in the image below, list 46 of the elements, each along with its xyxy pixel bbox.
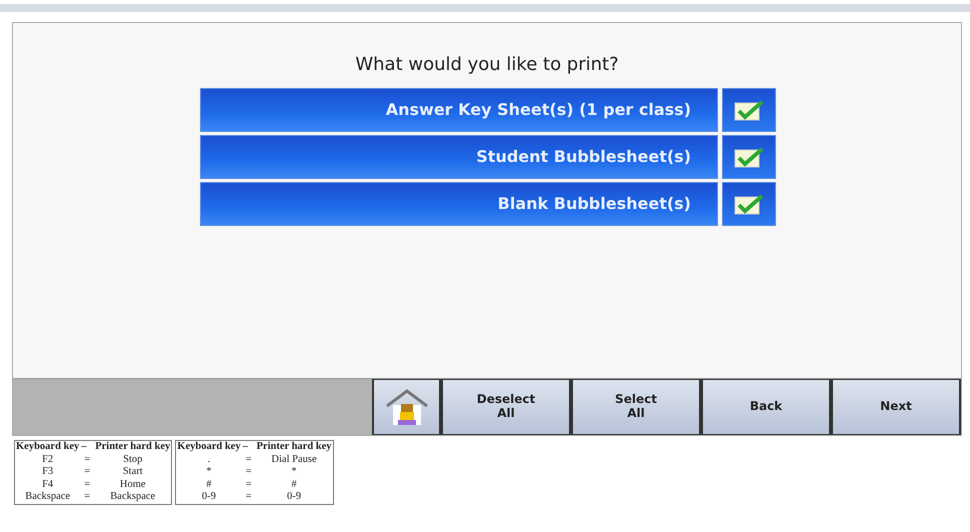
table-cell-text: = [83, 466, 92, 478]
checkbox[interactable] [722, 88, 776, 132]
toolbar-button[interactable]: Back [701, 379, 831, 435]
table-cell: Start [94, 466, 172, 478]
table-cell: 0-9 [176, 491, 242, 504]
table-cell: F2 [14, 454, 80, 466]
check-icon [734, 193, 764, 215]
table-cell: * [256, 466, 334, 478]
check-icon [734, 146, 764, 168]
check-icon [734, 99, 764, 121]
table-cell: # [256, 478, 334, 491]
home-button[interactable] [372, 379, 441, 435]
table-cell-text: = [244, 478, 252, 491]
column-header: Keyboard key [176, 440, 242, 454]
toolbar-button[interactable]: Deselect All [441, 379, 571, 435]
option-button[interactable]: Student Bubblesheet(s) [200, 135, 718, 179]
checkbox[interactable] [722, 135, 776, 179]
table-cell: Home [94, 478, 172, 491]
table-cell: 0-9 [256, 491, 334, 504]
table-cell-text: = [244, 454, 252, 466]
checkbox[interactable] [722, 182, 776, 226]
column-header: – [80, 440, 94, 454]
table-cell: * [176, 466, 242, 478]
table-cell-text: = [83, 454, 92, 466]
option-button[interactable]: Answer Key Sheet(s) (1 per class) [200, 88, 718, 132]
table-cell: # [176, 478, 242, 491]
table-cell: F3 [14, 466, 80, 478]
table-cell-text: = [83, 478, 92, 491]
column-header: Printer hard key [256, 440, 333, 454]
table-cell: Dial Pause [256, 454, 334, 466]
house-icon [384, 388, 428, 426]
prompt-heading: What would you like to print? [354, 53, 620, 77]
table-cell: Backspace [94, 491, 172, 504]
table-cell: F4 [14, 478, 80, 491]
table-cell: = [80, 491, 94, 504]
table-cell: Stop [94, 454, 172, 466]
table-cell: = [242, 491, 256, 504]
column-header: Printer hard key [94, 440, 172, 454]
table-cell: . [176, 454, 242, 466]
option-button[interactable]: Blank Bubblesheet(s) [200, 182, 718, 226]
table-cell-text: = [244, 466, 252, 478]
toolbar-button[interactable]: Next [831, 379, 961, 435]
toolbar-button[interactable]: Select All [571, 379, 701, 435]
column-header: Keyboard key [15, 440, 80, 454]
column-header: – [242, 440, 256, 454]
table-cell: Backspace [14, 491, 80, 504]
